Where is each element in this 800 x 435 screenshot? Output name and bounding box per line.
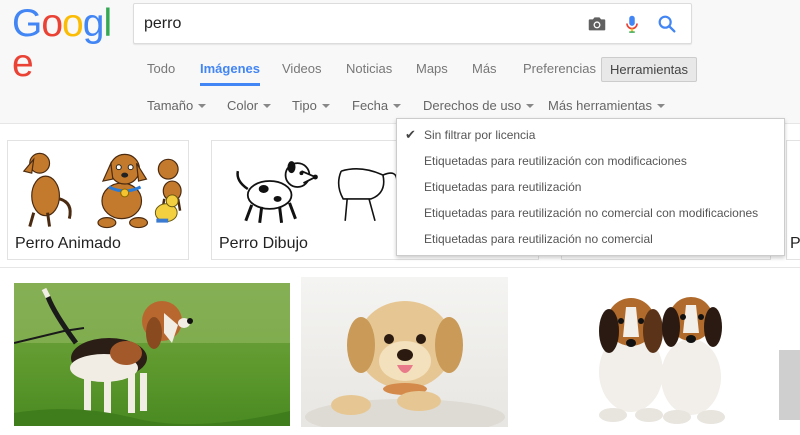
license-option-unfiltered[interactable]: ✔ Sin filtrar por licencia: [397, 122, 784, 148]
filter-label: Fecha: [352, 98, 389, 113]
header-bar: Google Todo Imágenes Videos Noticias Map…: [0, 0, 800, 124]
filter-bar: Tamaño Color Tipo Fecha Derechos de uso …: [0, 96, 800, 116]
logo-letter: g: [82, 2, 105, 45]
image-result-partial[interactable]: [779, 350, 800, 420]
filter-label: Tipo: [292, 98, 317, 113]
category-card-animated[interactable]: Perro Animado: [7, 140, 189, 260]
filter-label: Derechos de uso: [423, 98, 522, 113]
checkmark-icon: ✔: [405, 127, 416, 142]
option-label: Etiquetadas para reutilización: [424, 180, 582, 194]
caret-down-icon: [263, 103, 272, 108]
option-label: Etiquetadas para reutilización no comerc…: [424, 206, 759, 220]
search-icon[interactable]: [656, 13, 678, 35]
tab-maps[interactable]: Maps: [416, 56, 448, 86]
filter-label: Tamaño: [147, 98, 194, 113]
tab-videos[interactable]: Videos: [282, 56, 322, 86]
tab-all[interactable]: Todo: [147, 56, 175, 86]
caret-down-icon: [393, 103, 402, 108]
category-label: Perro Dibujo: [219, 235, 308, 252]
filter-more-tools[interactable]: Más herramientas: [548, 96, 666, 116]
option-label: Etiquetadas para reutilización no comerc…: [424, 232, 653, 246]
caret-down-icon: [657, 103, 666, 108]
filter-label: Más herramientas: [548, 98, 653, 113]
image-result[interactable]: [301, 277, 508, 427]
tab-images[interactable]: Imágenes: [200, 56, 260, 86]
beagle-puppies-photo: [599, 297, 725, 424]
category-label: P: [790, 235, 800, 252]
puppy-photo: [305, 301, 505, 427]
beagle-photo: [14, 283, 290, 426]
caret-down-icon: [526, 103, 535, 108]
search-box: [133, 3, 692, 44]
license-option-reuse-modify[interactable]: Etiquetadas para reutilización con modif…: [397, 148, 784, 174]
option-label: Sin filtrar por licencia: [424, 128, 536, 142]
tab-preferences[interactable]: Preferencias: [523, 56, 596, 86]
filter-label: Color: [227, 98, 259, 113]
filter-usage-rights[interactable]: Derechos de uso: [423, 96, 535, 116]
image-result[interactable]: [521, 277, 771, 427]
category-card-partial[interactable]: P: [786, 140, 800, 260]
results-divider: [0, 267, 800, 268]
tools-button[interactable]: Herramientas: [601, 57, 697, 82]
logo-letter: o: [62, 2, 84, 45]
category-label: Perro Animado: [15, 235, 121, 252]
usage-rights-dropdown: ✔ Sin filtrar por licencia Etiquetadas p…: [396, 118, 785, 256]
cartoon-dogs-thumbnail: [22, 152, 182, 229]
filter-size[interactable]: Tamaño: [147, 96, 207, 116]
logo-letter: l: [103, 2, 112, 45]
logo-letter: o: [41, 2, 63, 45]
google-logo[interactable]: Google: [12, 2, 122, 84]
license-option-reuse[interactable]: Etiquetadas para reutilización: [397, 174, 784, 200]
search-input[interactable]: [144, 12, 564, 36]
license-option-noncommercial[interactable]: Etiquetadas para reutilización no comerc…: [397, 226, 784, 252]
option-label: Etiquetadas para reutilización con modif…: [424, 154, 687, 168]
logo-letter: G: [12, 2, 42, 45]
microphone-icon[interactable]: [621, 13, 643, 35]
tab-more[interactable]: Más: [472, 56, 497, 86]
license-option-noncommercial-modify[interactable]: Etiquetadas para reutilización no comerc…: [397, 200, 784, 226]
filter-date[interactable]: Fecha: [352, 96, 402, 116]
filter-color[interactable]: Color: [227, 96, 272, 116]
caret-down-icon: [198, 103, 207, 108]
camera-icon[interactable]: [586, 13, 608, 35]
caret-down-icon: [321, 103, 330, 108]
filter-type[interactable]: Tipo: [292, 96, 330, 116]
image-result[interactable]: [14, 283, 290, 426]
tab-news[interactable]: Noticias: [346, 56, 392, 86]
